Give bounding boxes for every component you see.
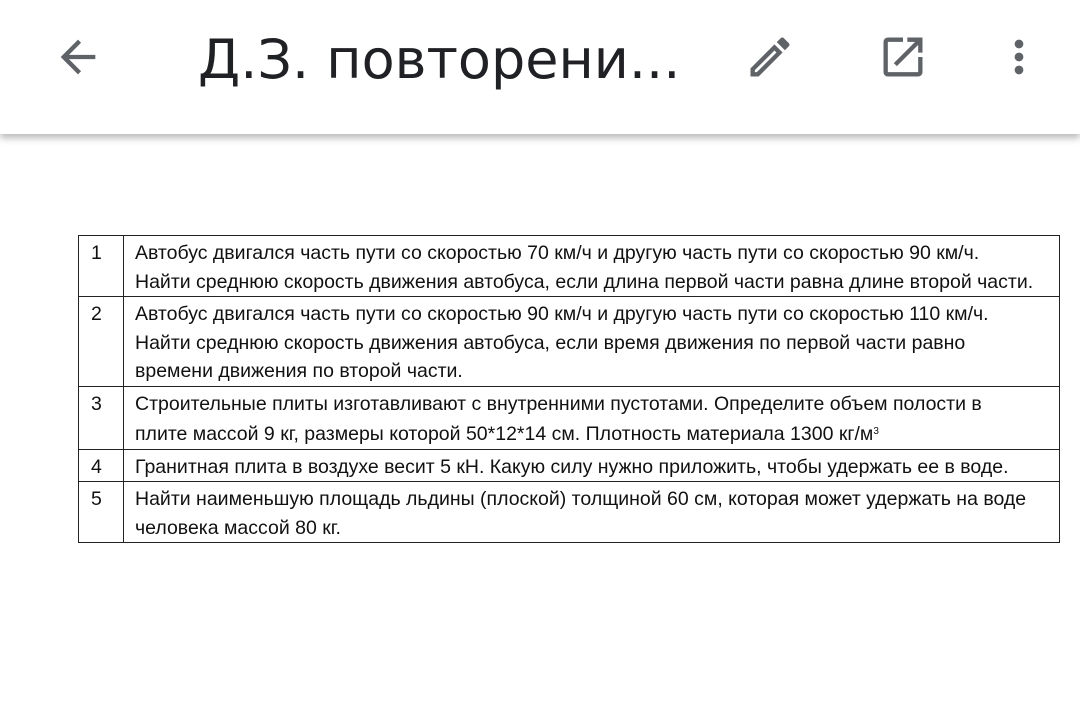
arrow-back-icon bbox=[60, 39, 96, 75]
open-in-new-icon bbox=[883, 37, 923, 77]
task-number: 2 bbox=[78, 296, 124, 387]
task-text: Гранитная плита в воздухе весит 5 кН. Ка… bbox=[123, 448, 1060, 482]
task-number: 1 bbox=[78, 235, 124, 297]
task-number: 4 bbox=[78, 448, 124, 482]
task-text: Автобус двигался часть пути со скоростью… bbox=[123, 296, 1060, 387]
table-row: 2 Автобус двигался часть пути со скорост… bbox=[78, 296, 1060, 387]
unit-superscript: 3 bbox=[873, 426, 879, 437]
task-text-cell: Строительные плиты изготавливают с внутр… bbox=[123, 385, 1060, 450]
open-in-new-button[interactable] bbox=[873, 27, 933, 87]
task-text: Найти наименьшую площадь льдины (плоской… bbox=[123, 481, 1060, 543]
back-button[interactable] bbox=[48, 27, 108, 87]
task-text: Строительные плиты изготавливают с внутр… bbox=[135, 392, 982, 446]
table-row: 3 Строительные плиты изготавливают с вну… bbox=[78, 385, 1060, 450]
more-vert-icon bbox=[1014, 39, 1024, 75]
top-app-bar: Д.З. повторени... bbox=[0, 0, 1080, 134]
table-row: 4 Гранитная плита в воздухе весит 5 кН. … bbox=[78, 448, 1060, 482]
document-title: Д.З. повторени... bbox=[198, 28, 681, 91]
edit-button[interactable] bbox=[740, 27, 800, 87]
task-text: Автобус двигался часть пути со скоростью… bbox=[123, 235, 1060, 297]
table-row: 1 Автобус двигался часть пути со скорост… bbox=[78, 235, 1060, 297]
table-row: 5 Найти наименьшую площадь льдины (плоск… bbox=[78, 481, 1060, 543]
more-options-button[interactable] bbox=[989, 27, 1049, 87]
tasks-table: 1 Автобус двигался часть пути со скорост… bbox=[78, 235, 1060, 543]
task-number: 5 bbox=[78, 481, 124, 543]
pencil-icon bbox=[750, 37, 790, 77]
task-number: 3 bbox=[78, 385, 124, 450]
document-viewer[interactable]: 1 Автобус двигался часть пути со скорост… bbox=[0, 134, 1080, 719]
